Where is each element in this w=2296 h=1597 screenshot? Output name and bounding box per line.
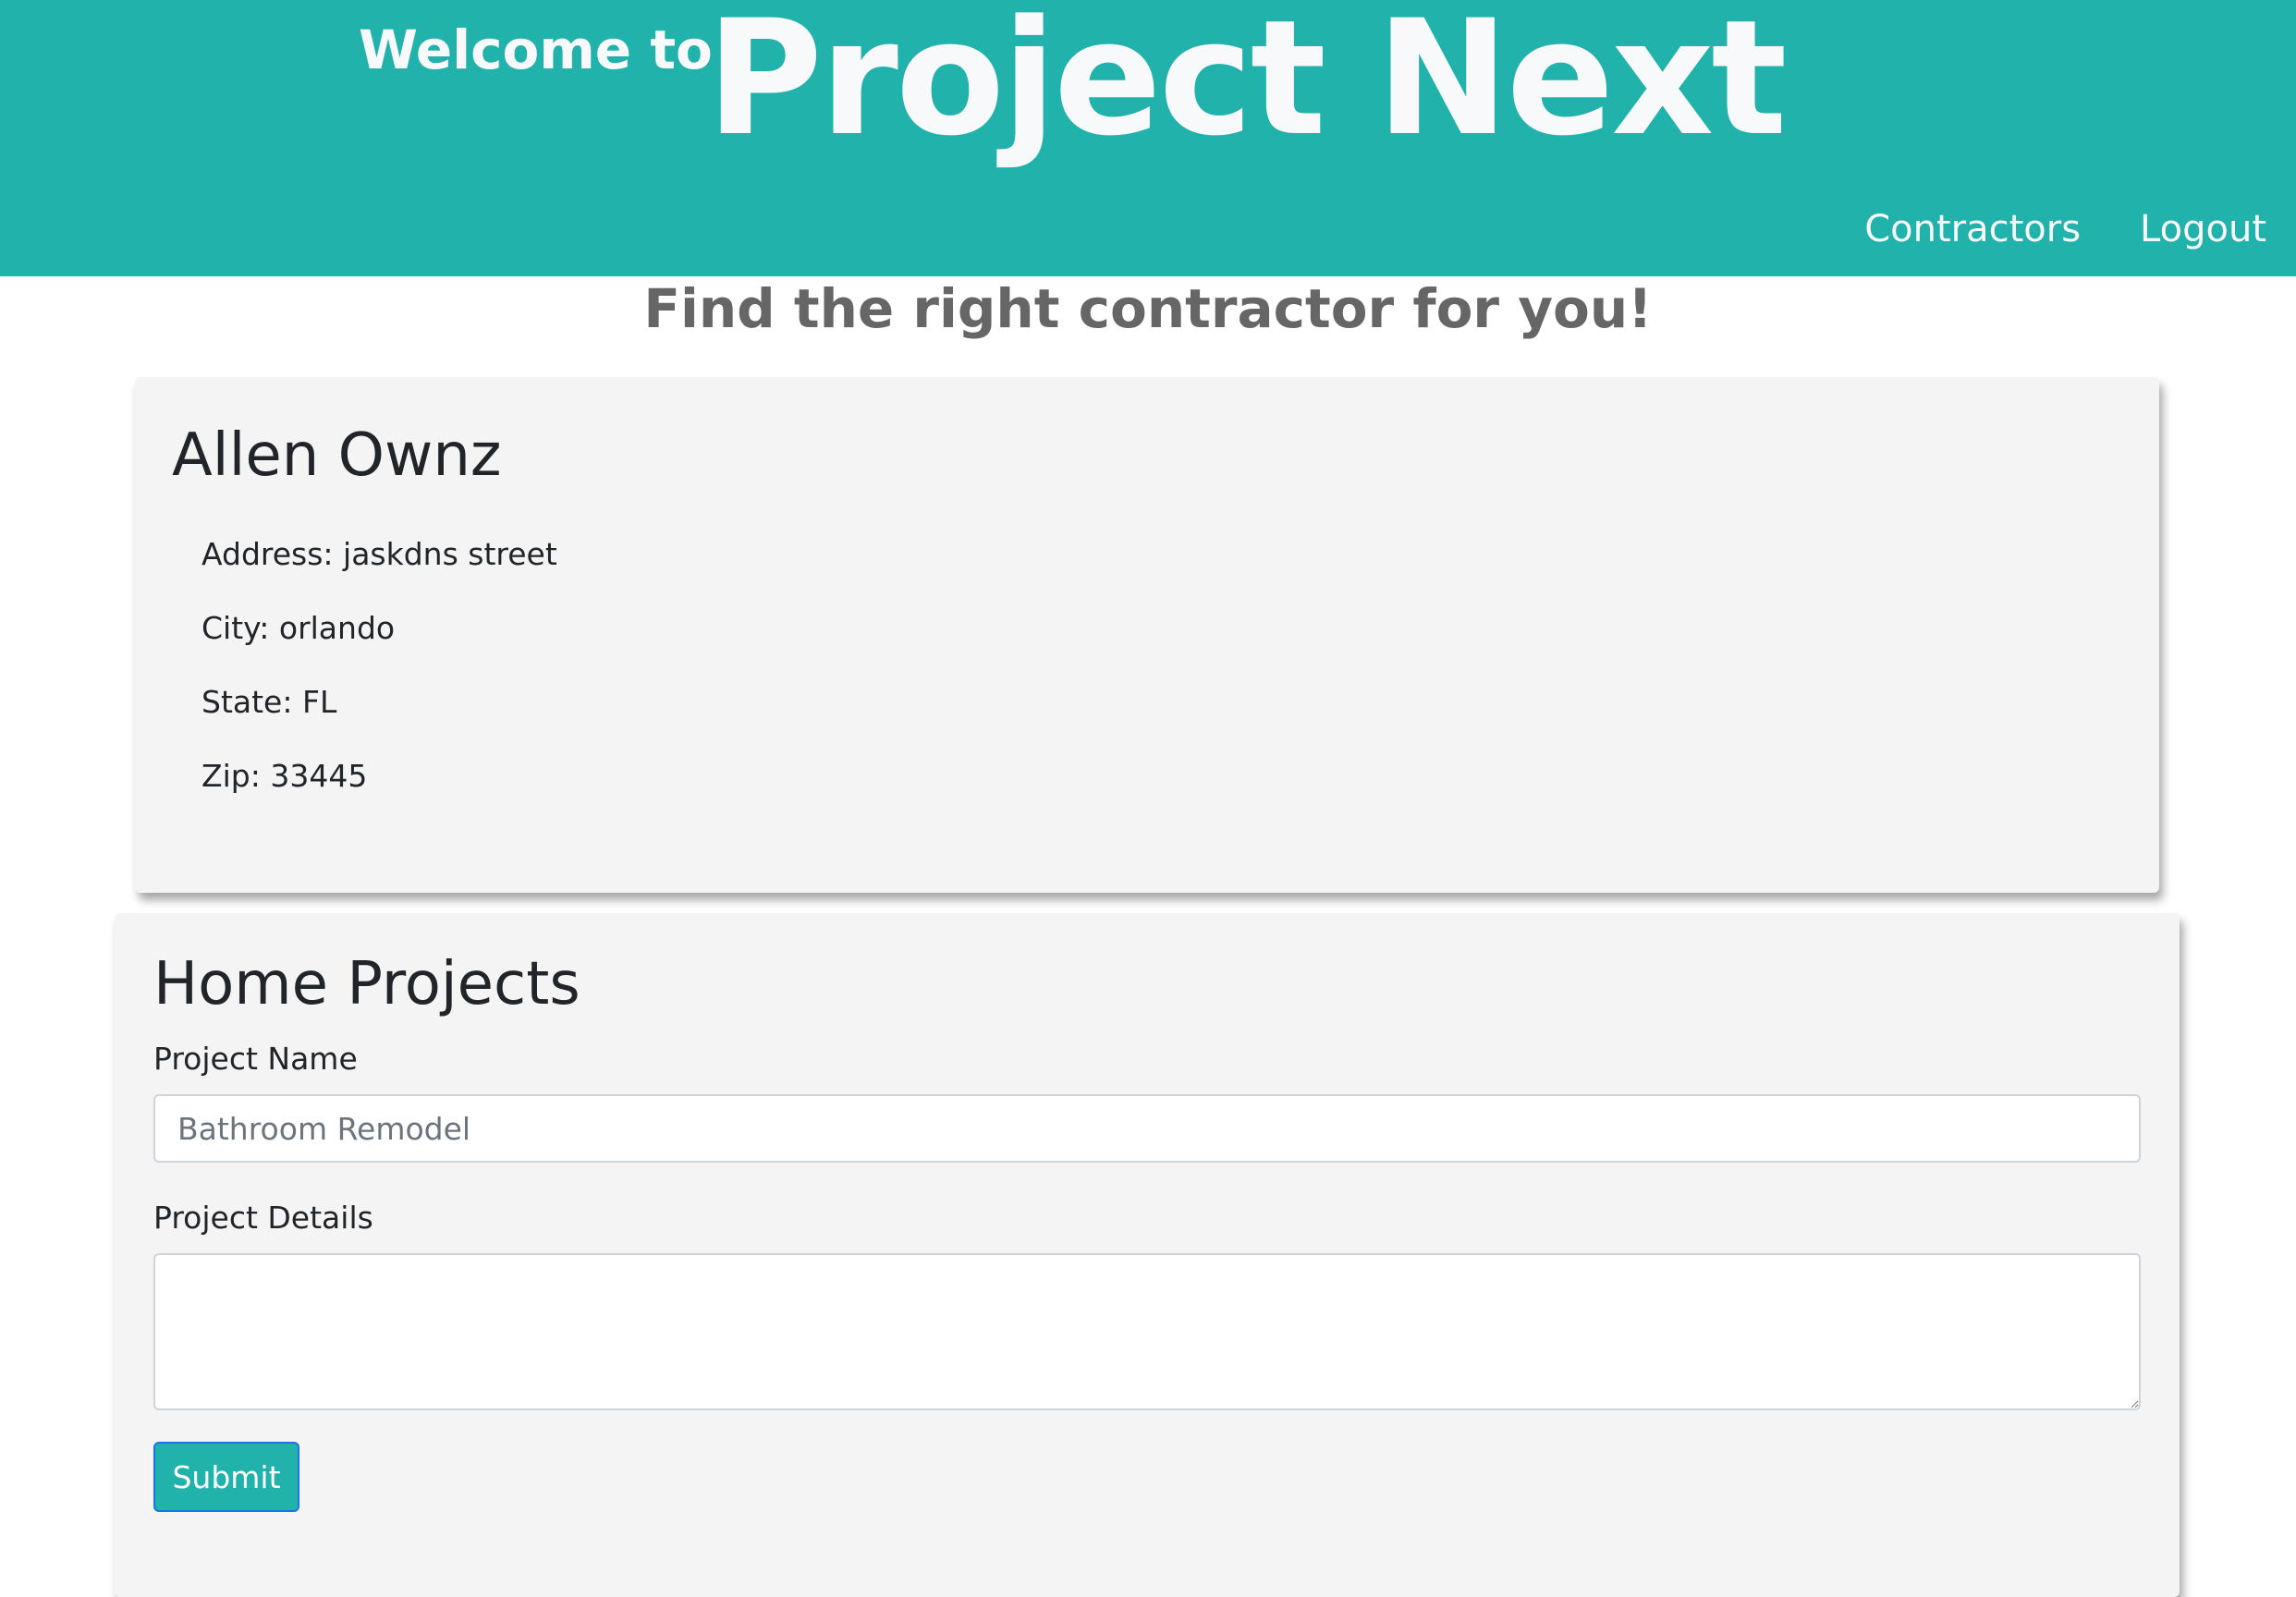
site-header: Welcome to Project Next Contractors Logo… — [0, 0, 2296, 276]
brand-logo[interactable]: Project Next — [706, 0, 1787, 174]
profile-state: State: FL — [202, 684, 337, 720]
nav-link-contractors[interactable]: Contractors — [1864, 208, 2081, 250]
home-projects-title: Home Projects — [153, 950, 580, 1018]
home-projects-card: Home Projects Project Name Project Detai… — [115, 913, 2180, 1597]
profile-city: City: orlando — [202, 610, 396, 646]
project-name-input[interactable] — [153, 1094, 2141, 1163]
project-name-label: Project Name — [153, 1041, 358, 1077]
profile-name: Allen Ownz — [172, 421, 502, 490]
main-nav: Contractors Logout — [1864, 208, 2266, 250]
profile-card: Allen Ownz Address: jaskdns street City:… — [135, 377, 2159, 893]
submit-button[interactable]: Submit — [153, 1442, 299, 1512]
profile-zip: Zip: 33445 — [202, 758, 368, 794]
page-tagline: Find the right contractor for you! — [643, 277, 1653, 340]
welcome-text: Welcome to — [359, 18, 713, 81]
profile-address: Address: jaskdns street — [202, 536, 557, 572]
project-details-label: Project Details — [153, 1200, 373, 1236]
project-details-textarea[interactable] — [153, 1253, 2141, 1410]
nav-link-logout[interactable]: Logout — [2140, 208, 2266, 250]
